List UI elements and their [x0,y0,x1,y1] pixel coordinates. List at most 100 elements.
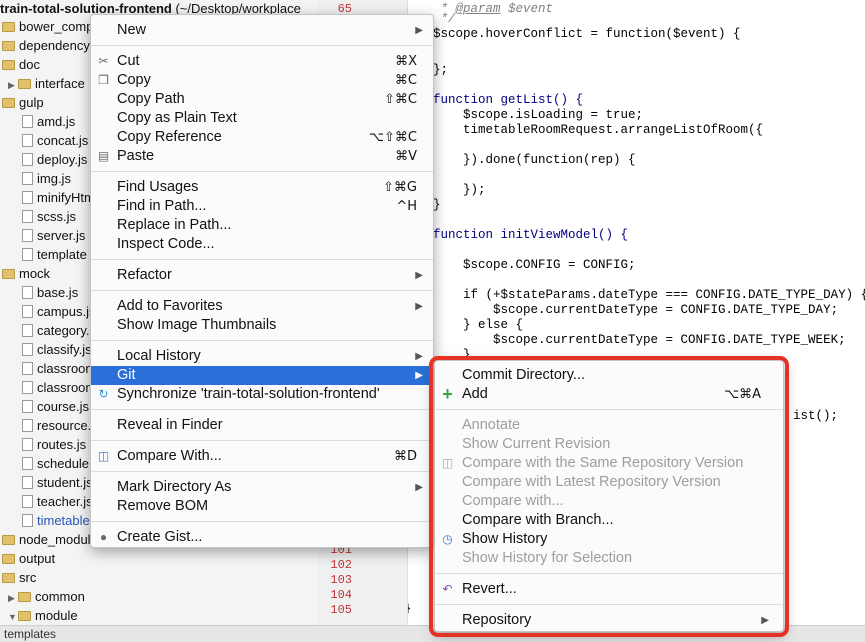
code-comment: @param [455,2,501,16]
menu-item-label: Find in Path... [117,198,207,214]
tree-file[interactable]: classify.js [22,340,92,359]
menu-item-compare-with[interactable]: ◫ Compare With... ⌘D [91,447,433,466]
menu-item-reveal-in-finder[interactable]: Reveal in Finder [91,416,433,435]
menu-item-new[interactable]: New ▶ [91,21,433,40]
menu-item-create-gist[interactable]: ● Create Gist... [91,528,433,547]
menu-item-local-history[interactable]: Local History ▶ [91,347,433,366]
git-item-commit-directory[interactable]: Commit Directory... [435,366,783,385]
menu-item-label: Inspect Code... [117,236,215,252]
menu-item-show-image-thumbnails[interactable]: Show Image Thumbnails [91,316,433,335]
code-line: $scope.currentDateType = CONFIG.DATE_TYP… [433,333,846,347]
menu-item-cut[interactable]: ✂ Cut ⌘X [91,52,433,71]
code-line: $scope.currentDateType = CONFIG.DATE_TYP… [433,303,839,317]
menu-item-label: Copy [117,72,151,88]
menu-item-label: Reveal in Finder [117,417,223,433]
git-item-repository[interactable]: Repository ▶ [435,611,783,630]
menu-item-mark-directory-as[interactable]: Mark Directory As ▶ [91,478,433,497]
tree-file[interactable]: minifyHtm [22,188,95,207]
menu-item-add-to-favorites[interactable]: Add to Favorites ▶ [91,297,433,316]
tree-file[interactable]: student.js [22,473,93,492]
tree-file[interactable]: base.js [22,283,78,302]
menu-item-label: Add to Favorites [117,298,223,314]
revert-icon: ↶ [442,582,453,596]
git-submenu[interactable]: Commit Directory... + Add ⌥⌘A Annotate Show C… [434,360,784,632]
menu-item-paste[interactable]: ▤ Paste ⌘V [91,147,433,166]
line-number: 105 [330,603,352,617]
tree-item-label: module [35,608,78,623]
tree-folder[interactable]: src [2,568,36,587]
tree-file[interactable]: category. [22,321,90,340]
folder-icon [18,592,31,602]
git-item-compare-with: Compare with... [435,492,783,511]
paste-icon: ▤ [97,149,110,163]
menu-item-label: Repository [462,612,532,628]
code-line: }); [433,183,486,197]
git-item-compare-with-branch[interactable]: Compare with Branch... [435,511,783,530]
shortcut-label: ⇧⌘G [383,180,417,195]
menu-item-replace-in-path[interactable]: Replace in Path... [91,216,433,235]
tree-folder[interactable]: ▼ module [8,606,78,625]
line-number: 102 [330,558,352,572]
tree-file[interactable]: img.js [22,169,71,188]
shortcut-label: ⇧⌘C [384,92,417,107]
js-file-icon [22,514,33,527]
menu-item-remove-bom[interactable]: Remove BOM [91,497,433,516]
tree-file[interactable]: server.js [22,226,85,245]
code-line: $scope.isLoading = true; [433,108,644,122]
tree-folder[interactable]: ▶ common [8,587,85,606]
tree-folder[interactable]: output [2,549,55,568]
menu-item-refactor[interactable]: Refactor ▶ [91,266,433,285]
history-icon: ◷ [442,532,453,546]
tree-folder[interactable]: bower_comp [2,17,93,36]
tree-file[interactable]: concat.js [22,131,88,150]
menu-item-label: Synchronize 'train-total-solution-fronte… [117,386,380,402]
git-item-show-history[interactable]: ◷ Show History [435,530,783,549]
menu-item-copy[interactable]: ❐ Copy ⌘C [91,71,433,90]
tree-file[interactable]: scss.js [22,207,76,226]
menu-item-label: Copy Path [117,91,185,107]
tree-file[interactable]: amd.js [22,112,75,131]
context-menu[interactable]: New ▶ ✂ Cut ⌘X ❐ Copy ⌘C Copy Path ⇧⌘C Copy as Pla… [90,14,434,548]
menu-item-find-in-path[interactable]: Find in Path... ^H [91,197,433,216]
tree-folder[interactable]: dependency [2,36,90,55]
js-file-icon [22,419,33,432]
menu-item-copy-path[interactable]: Copy Path ⇧⌘C [91,90,433,109]
code-line: } else { [433,318,524,332]
tree-file[interactable]: campus.js [22,302,96,321]
tree-item-label: amd.js [37,114,76,129]
menu-separator [91,290,433,291]
menu-item-synchronize-train-total-solution-frontend[interactable]: ↻ Synchronize 'train-total-solution-front… [91,385,433,404]
tree-item-label: dependency [19,38,90,53]
menu-separator [91,521,433,522]
tree-folder[interactable]: mock [2,264,50,283]
tree-file[interactable]: teacher.js [22,492,93,511]
tree-file[interactable]: schedule. [22,454,93,473]
tree-folder[interactable]: node_module [2,530,98,549]
menu-item-inspect-code[interactable]: Inspect Code... [91,235,433,254]
folder-icon [2,554,15,564]
git-item-revert[interactable]: ↶ Revert... [435,580,783,599]
js-file-icon [22,381,33,394]
tree-file[interactable]: deploy.js [22,150,87,169]
line-number: 104 [330,588,352,602]
menu-item-find-usages[interactable]: Find Usages ⇧⌘G [91,178,433,197]
tree-file[interactable]: classroon [22,378,93,397]
git-item-add[interactable]: + Add ⌥⌘A [435,385,783,404]
folder-icon [2,269,15,279]
tree-folder[interactable]: ▶ interface [8,74,85,93]
menu-item-copy-as-plain-text[interactable]: Copy as Plain Text [91,109,433,128]
tree-file[interactable]: course.js [22,397,89,416]
tree-file[interactable]: resource. [22,416,91,435]
tree-folder[interactable]: doc [2,55,40,74]
tree-file[interactable]: routes.js [22,435,86,454]
tree-item-label: bower_comp [19,19,94,34]
expand-arrow-icon[interactable]: ▼ [8,608,18,625]
tree-item-label: server.js [37,228,86,243]
code-line: */ [433,12,456,26]
tree-folder[interactable]: gulp [2,93,44,112]
menu-item-git[interactable]: Git ▶ [91,366,433,385]
menu-item-copy-reference[interactable]: Copy Reference ⌥⇧⌘C [91,128,433,147]
tree-file[interactable]: template [22,245,87,264]
tree-file[interactable]: timetable [22,511,90,530]
tree-file[interactable]: classroon [22,359,93,378]
